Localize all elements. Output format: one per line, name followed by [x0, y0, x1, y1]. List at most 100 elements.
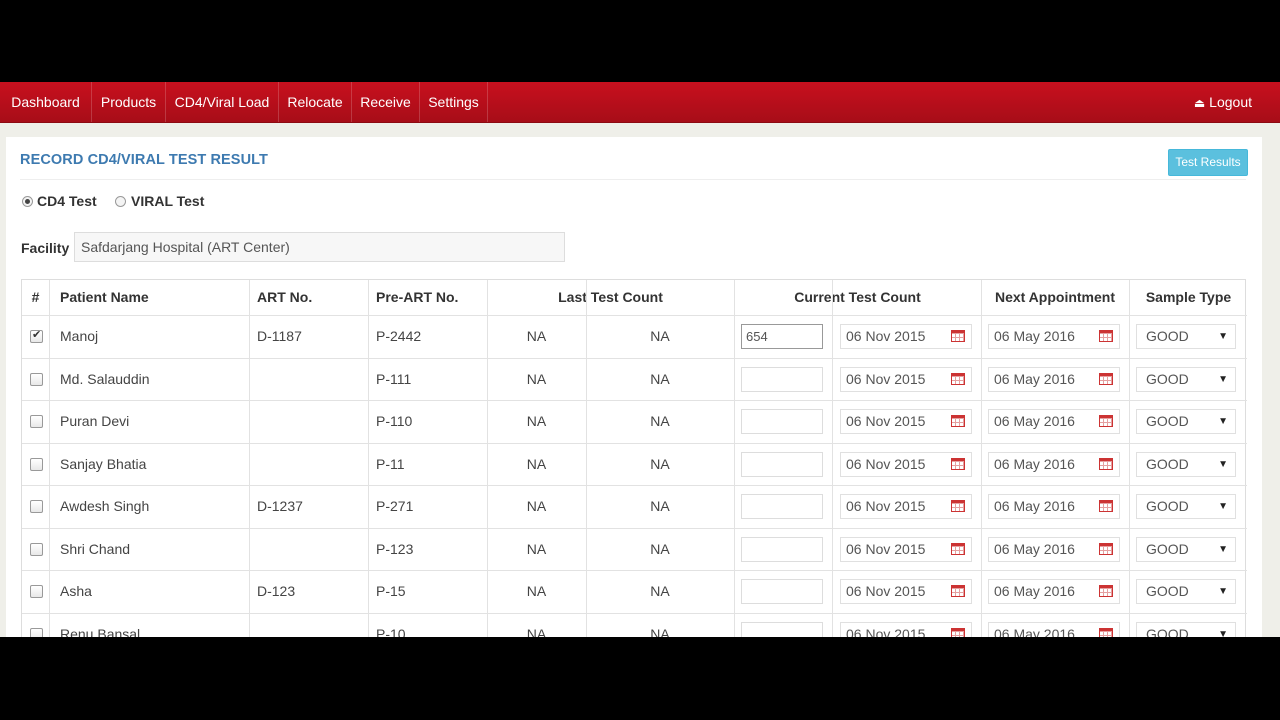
next-appointment-value: 06 May 2016: [994, 371, 1075, 387]
facility-field[interactable]: Safdarjang Hospital (ART Center): [74, 232, 565, 262]
radio-cd4-label[interactable]: CD4 Test: [37, 193, 97, 209]
calendar-icon[interactable]: [1099, 373, 1113, 385]
row-divider: [22, 443, 1247, 444]
sample-type-select[interactable]: GOOD ▼: [1136, 537, 1236, 562]
next-appointment-field[interactable]: 06 May 2016: [988, 452, 1120, 477]
last-test-count: NA: [526, 498, 547, 514]
row-select-checkbox[interactable]: [30, 415, 43, 428]
next-appointment-field[interactable]: 06 May 2016: [988, 367, 1120, 392]
facility-label: Facility: [21, 240, 70, 256]
calendar-icon[interactable]: [1099, 458, 1113, 470]
calendar-icon[interactable]: [951, 373, 965, 385]
sample-type-select[interactable]: GOOD ▼: [1136, 494, 1236, 519]
current-count-input[interactable]: [741, 409, 823, 434]
current-count-input[interactable]: [741, 367, 823, 392]
test-date-field[interactable]: 06 Nov 2015: [840, 324, 972, 349]
last-test-count: NA: [526, 456, 547, 472]
row-select-checkbox[interactable]: [30, 373, 43, 386]
pre-art-no: P-11: [376, 456, 405, 472]
pre-art-no: P-111: [376, 371, 412, 387]
calendar-icon[interactable]: [951, 415, 965, 427]
row-divider: [22, 613, 1247, 614]
sample-type-value: GOOD: [1146, 626, 1189, 637]
test-results-button[interactable]: Test Results: [1168, 149, 1248, 176]
header-pre-art-no: Pre-ART No.: [376, 289, 459, 305]
current-count-input[interactable]: [741, 579, 823, 604]
calendar-icon[interactable]: [951, 330, 965, 342]
current-count-input[interactable]: [741, 494, 823, 519]
current-count-input[interactable]: [741, 537, 823, 562]
next-appointment-field[interactable]: 06 May 2016: [988, 579, 1120, 604]
last-test-count-secondary: NA: [650, 498, 670, 514]
radio-viral-test[interactable]: [115, 196, 126, 207]
test-date-field[interactable]: 06 Nov 2015: [840, 409, 972, 434]
row-select-checkbox[interactable]: [30, 500, 43, 513]
row-select-checkbox[interactable]: [30, 585, 43, 598]
sample-type-select[interactable]: GOOD ▼: [1136, 452, 1236, 477]
row-select-checkbox[interactable]: [30, 458, 43, 471]
sample-type-value: GOOD: [1146, 413, 1189, 429]
nav-cd4-viral-load[interactable]: CD4/Viral Load: [166, 82, 279, 122]
test-date-field[interactable]: 06 Nov 2015: [840, 622, 972, 637]
next-appointment-field[interactable]: 06 May 2016: [988, 324, 1120, 349]
nav-dashboard[interactable]: Dashboard: [0, 82, 92, 122]
calendar-icon[interactable]: [1099, 585, 1113, 597]
patient-name: Puran Devi: [60, 413, 130, 429]
current-count-input[interactable]: 654: [741, 324, 823, 349]
sample-type-select[interactable]: GOOD ▼: [1136, 367, 1236, 392]
calendar-icon[interactable]: [951, 500, 965, 512]
next-appointment-field[interactable]: 06 May 2016: [988, 622, 1120, 637]
patient-name: Awdesh Singh: [60, 498, 150, 514]
next-appointment-field[interactable]: 06 May 2016: [988, 409, 1120, 434]
patient-name: Md. Salauddin: [60, 371, 150, 387]
test-date-field[interactable]: 06 Nov 2015: [840, 579, 972, 604]
column-divider: [368, 280, 369, 637]
test-date-field[interactable]: 06 Nov 2015: [840, 452, 972, 477]
next-appointment-field[interactable]: 06 May 2016: [988, 494, 1120, 519]
test-date-field[interactable]: 06 Nov 2015: [840, 494, 972, 519]
calendar-icon[interactable]: [951, 628, 965, 637]
radio-cd4-test[interactable]: [22, 196, 33, 207]
nav-products[interactable]: Products: [92, 82, 166, 122]
row-select-checkbox[interactable]: [30, 328, 43, 343]
calendar-icon[interactable]: [1099, 628, 1113, 637]
last-test-count: NA: [526, 328, 547, 344]
calendar-icon[interactable]: [1099, 543, 1113, 555]
next-appointment-field[interactable]: 06 May 2016: [988, 537, 1120, 562]
sample-type-select[interactable]: GOOD ▼: [1136, 409, 1236, 434]
row-select-checkbox[interactable]: [30, 628, 43, 637]
last-test-count-secondary: NA: [650, 371, 670, 387]
dropdown-arrow-icon: ▼: [1218, 374, 1228, 385]
calendar-icon[interactable]: [951, 543, 965, 555]
sample-type-select[interactable]: GOOD ▼: [1136, 622, 1236, 637]
patient-name: Shri Chand: [60, 541, 131, 557]
dropdown-arrow-icon: ▼: [1218, 416, 1228, 427]
calendar-icon[interactable]: [951, 458, 965, 470]
nav-settings[interactable]: Settings: [420, 82, 488, 122]
last-test-count: NA: [526, 626, 547, 637]
last-test-count: NA: [526, 371, 547, 387]
radio-viral-label[interactable]: VIRAL Test: [131, 193, 204, 209]
sample-type-value: GOOD: [1146, 371, 1189, 387]
pre-art-no: P-271: [376, 498, 414, 514]
dropdown-arrow-icon: ▼: [1218, 501, 1228, 512]
sample-type-select[interactable]: GOOD ▼: [1136, 324, 1236, 349]
calendar-icon[interactable]: [1099, 330, 1113, 342]
calendar-icon[interactable]: [1099, 500, 1113, 512]
current-count-input[interactable]: [741, 622, 823, 637]
nav-receive[interactable]: Receive: [352, 82, 420, 122]
next-appointment-value: 06 May 2016: [994, 328, 1075, 344]
calendar-icon[interactable]: [951, 585, 965, 597]
row-divider: [22, 485, 1247, 486]
test-date-field[interactable]: 06 Nov 2015: [840, 537, 972, 562]
nav-relocate[interactable]: Relocate: [279, 82, 352, 122]
logout-button[interactable]: ⏏ Logout: [1194, 82, 1252, 122]
row-select-checkbox[interactable]: [30, 543, 43, 556]
current-count-input[interactable]: [741, 452, 823, 477]
column-divider: [981, 280, 982, 637]
last-test-count: NA: [526, 413, 547, 429]
calendar-icon[interactable]: [1099, 415, 1113, 427]
sample-type-select[interactable]: GOOD ▼: [1136, 579, 1236, 604]
test-date-field[interactable]: 06 Nov 2015: [840, 367, 972, 392]
sample-type-value: GOOD: [1146, 583, 1189, 599]
